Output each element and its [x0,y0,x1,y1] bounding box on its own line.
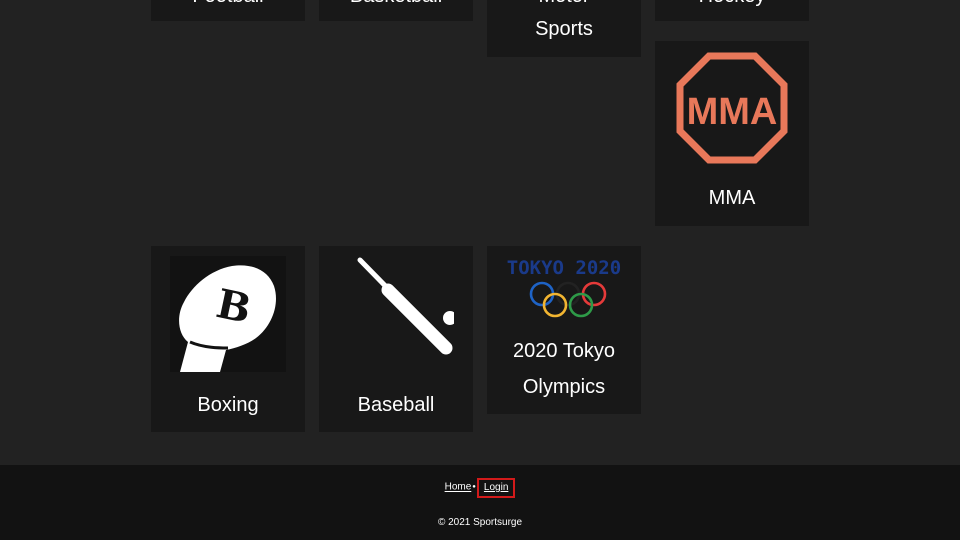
card-label: Olympics [522,376,606,398]
card-label: Sports [535,18,593,40]
category-card-football[interactable]: Football [151,0,305,21]
category-card-baseball[interactable]: Baseball [319,246,473,432]
baseball-bat-icon [357,257,454,355]
category-card-hockey[interactable]: Hockey [655,0,809,21]
footer-login-link[interactable]: Login [484,482,508,493]
login-highlight: Login [476,477,516,498]
tokyo-icon-text: TOKYO 2020 [507,257,621,279]
footer-separator: ● [472,484,476,490]
card-label: Hockey [655,0,809,14]
category-card-mma[interactable]: MMA MMA [655,41,809,226]
category-card-olympics[interactable]: TOKYO 2020 2020 Tokyo Olympics [487,246,641,414]
page: Football Basketball Motor Sports Hockey … [0,0,960,540]
mma-octagon-icon: MMA [676,52,788,164]
mma-icon-text: MMA [687,91,778,133]
copyright-text: © 2021 Sportsurge [437,517,523,528]
category-card-basketball[interactable]: Basketball [319,0,473,21]
card-label: Boxing [197,394,259,416]
boxing-glove-icon: B [179,265,276,372]
card-label: Football [151,0,305,14]
olympic-rings-icon: TOKYO 2020 [507,257,621,318]
card-label: Basketball [319,0,473,14]
card-label: Baseball [357,394,435,416]
footer-home-link[interactable]: Home [445,482,472,493]
card-label: 2020 Tokyo [513,340,615,362]
card-label: MMA [708,187,756,209]
category-card-motor-sports[interactable]: Motor Sports [487,0,641,57]
category-card-boxing[interactable]: B Boxing [151,246,305,432]
footer-links: Home● Login [0,477,960,498]
